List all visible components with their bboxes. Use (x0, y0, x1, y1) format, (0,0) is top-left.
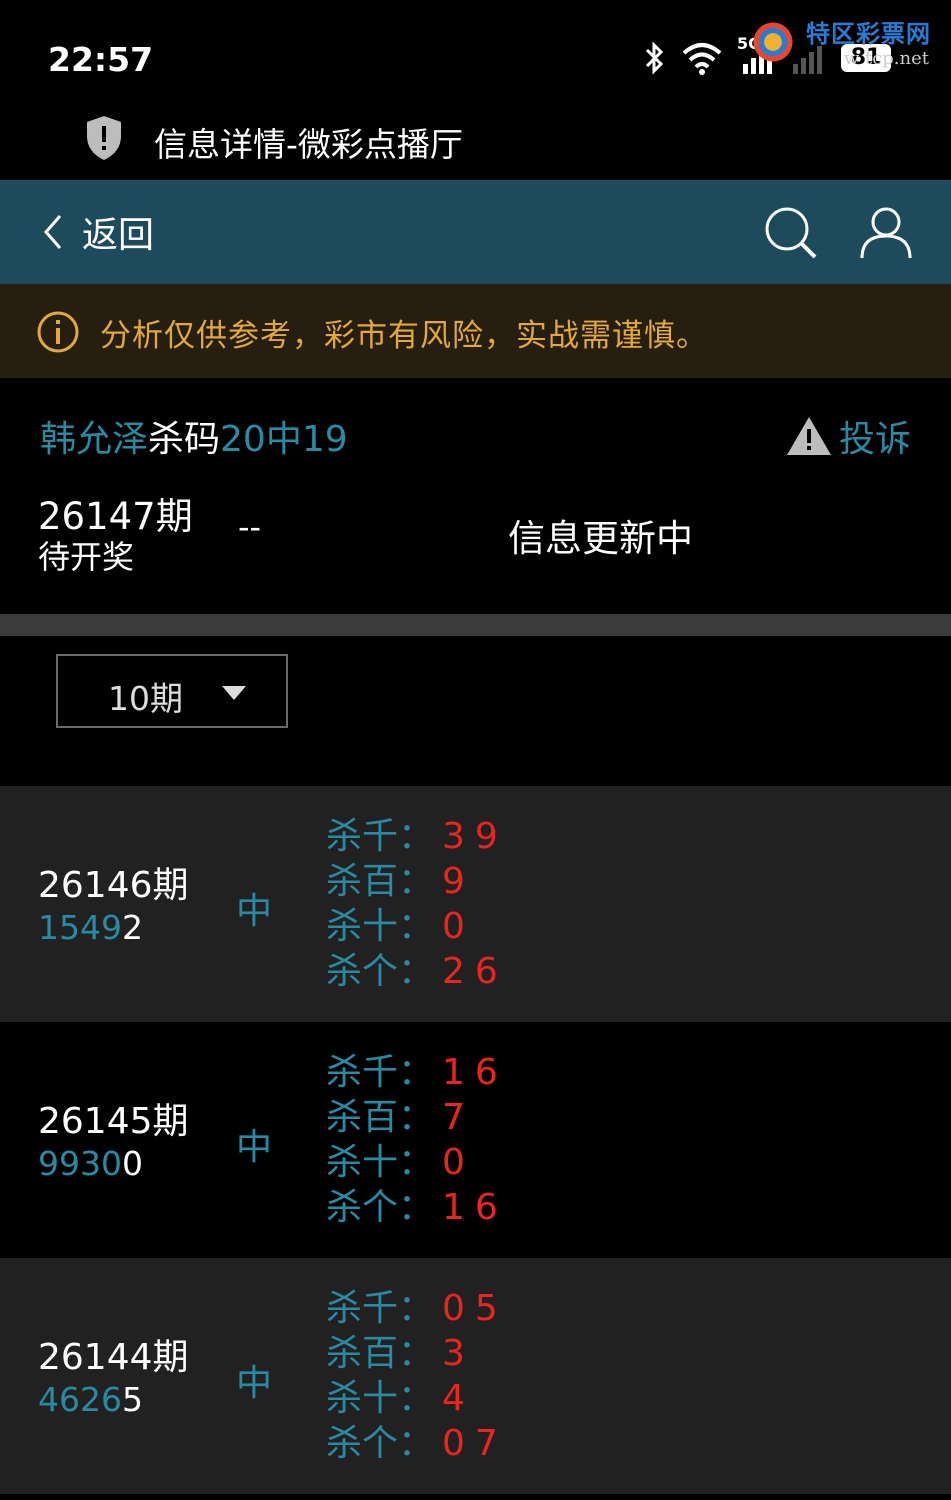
page-title-row: 信息详情-微彩点播厅 (0, 110, 951, 180)
record-period: 26146期 (38, 865, 189, 906)
kill-value: 4 (442, 1378, 475, 1419)
status-bar: 22:57 5G 81 特区彩票网 w tcp.net (0, 0, 951, 110)
kill-row: 杀个： 26 (326, 949, 508, 994)
kill-label: 杀个： (326, 951, 435, 992)
shield-icon (87, 116, 121, 160)
current-value: -- (238, 508, 262, 546)
info-icon (37, 311, 79, 353)
kill-label: 杀十： (326, 906, 435, 947)
kill-value: 0 (442, 906, 475, 947)
chevron-left-icon (44, 215, 62, 249)
kill-label: 杀百： (326, 1097, 435, 1138)
kill-label: 杀百： (326, 861, 435, 902)
watermark-logo-icon (751, 20, 795, 64)
record-number-tail: 2 (121, 908, 143, 947)
period-select-value: 10期 (108, 679, 183, 718)
kill-label: 杀百： (326, 1333, 435, 1374)
section-divider (0, 614, 951, 636)
kill-label: 杀千： (326, 1288, 435, 1329)
kill-value: 16 (442, 1052, 508, 1093)
back-label: 返回 (82, 215, 155, 256)
nav-bar: 返回 (0, 180, 951, 284)
kill-row: 杀百： 9 (326, 859, 508, 904)
kill-label: 杀十： (326, 1378, 435, 1419)
caret-down-icon (222, 686, 246, 700)
plan-header: 韩允泽杀码20中19 投诉 26147期 待开奖 -- 信息更新中 (0, 378, 951, 614)
kill-row: 杀个： 16 (326, 1185, 508, 1230)
kill-list: 杀千： 05 杀百： 3 杀十： 4 杀个： 07 (326, 1286, 508, 1466)
wifi-icon (682, 43, 722, 75)
record-result: 中 (236, 1127, 273, 1168)
kill-value: 0 (442, 1142, 475, 1183)
record-number: 15492 (38, 908, 143, 947)
kill-label: 杀十： (326, 1142, 435, 1183)
record-number-tail: 0 (121, 1144, 143, 1183)
kill-row: 杀千： 05 (326, 1286, 508, 1331)
status-time: 22:57 (48, 40, 154, 79)
kill-row: 杀十： 4 (326, 1376, 508, 1421)
kill-value: 07 (442, 1423, 508, 1464)
kill-label: 杀个： (326, 1187, 435, 1228)
kill-label: 杀个： (326, 1423, 435, 1464)
kill-row: 杀百： 7 (326, 1095, 508, 1140)
plan-author: 韩允泽 (40, 419, 149, 460)
page-title: 信息详情-微彩点播厅 (154, 125, 463, 164)
search-icon[interactable] (762, 204, 818, 260)
kill-value: 7 (442, 1097, 475, 1138)
kill-list: 杀千： 39 杀百： 9 杀十： 0 杀个： 26 (326, 814, 508, 994)
record-number: 46265 (38, 1380, 143, 1419)
record-period: 26144期 (38, 1337, 189, 1378)
watermark: 特区彩票网 w tcp.net (751, 14, 941, 74)
kill-value: 9 (442, 861, 475, 902)
kill-list: 杀千： 16 杀百： 7 杀十： 0 杀个： 16 (326, 1050, 508, 1230)
record-number-head: 9930 (38, 1144, 122, 1183)
watermark-url: w tcp.net (843, 48, 929, 69)
current-status: 待开奖 (38, 538, 135, 576)
plan-title: 韩允泽杀码20中19 (40, 410, 348, 462)
kill-label: 杀千： (326, 1052, 435, 1093)
kill-value: 16 (442, 1187, 508, 1228)
filter-area: 10期 (0, 636, 951, 786)
record-period: 26145期 (38, 1101, 189, 1142)
record-number-head: 4626 (38, 1380, 122, 1419)
kill-row: 杀百： 3 (326, 1331, 508, 1376)
period-select[interactable]: 10期 (56, 654, 288, 728)
back-button[interactable]: 返回 (38, 206, 154, 258)
kill-value: 3 (442, 1333, 475, 1374)
risk-notice: 分析仅供参考，彩市有风险，实战需谨慎。 (0, 284, 951, 378)
kill-value: 39 (442, 816, 508, 857)
kill-row: 杀个： 07 (326, 1421, 508, 1466)
kill-value: 05 (442, 1288, 508, 1329)
kill-row: 杀十： 0 (326, 1140, 508, 1185)
plan-type: 杀码 (148, 419, 221, 460)
kill-row: 杀千： 16 (326, 1050, 508, 1095)
kill-row: 杀千： 39 (326, 814, 508, 859)
record-row: 26145期 99300 中 杀千： 16 杀百： 7 杀十： 0 杀个： 16 (0, 1022, 951, 1258)
kill-value: 26 (442, 951, 508, 992)
record-number-tail: 5 (121, 1380, 143, 1419)
current-info: 信息更新中 (508, 517, 693, 560)
kill-label: 杀千： (326, 816, 435, 857)
bluetooth-icon (645, 41, 664, 75)
record-row: 26146期 15492 中 杀千： 39 杀百： 9 杀十： 0 杀个： 26 (0, 786, 951, 1022)
record-result: 中 (236, 1363, 273, 1404)
watermark-title: 特区彩票网 (806, 20, 931, 48)
complaint-label: 投诉 (838, 419, 911, 460)
kill-row: 杀十： 0 (326, 904, 508, 949)
record-row: 26144期 46265 中 杀千： 05 杀百： 3 杀十： 4 杀个： 07 (0, 1258, 951, 1494)
record-number-head: 1549 (38, 908, 122, 947)
warning-icon (786, 417, 831, 455)
notice-text: 分析仅供参考，彩市有风险，实战需谨慎。 (100, 318, 708, 354)
user-icon[interactable] (858, 204, 914, 260)
record-number: 99300 (38, 1144, 143, 1183)
complaint-button[interactable]: 投诉 (785, 410, 911, 462)
record-result: 中 (236, 891, 273, 932)
plan-record: 20中19 (220, 419, 348, 460)
